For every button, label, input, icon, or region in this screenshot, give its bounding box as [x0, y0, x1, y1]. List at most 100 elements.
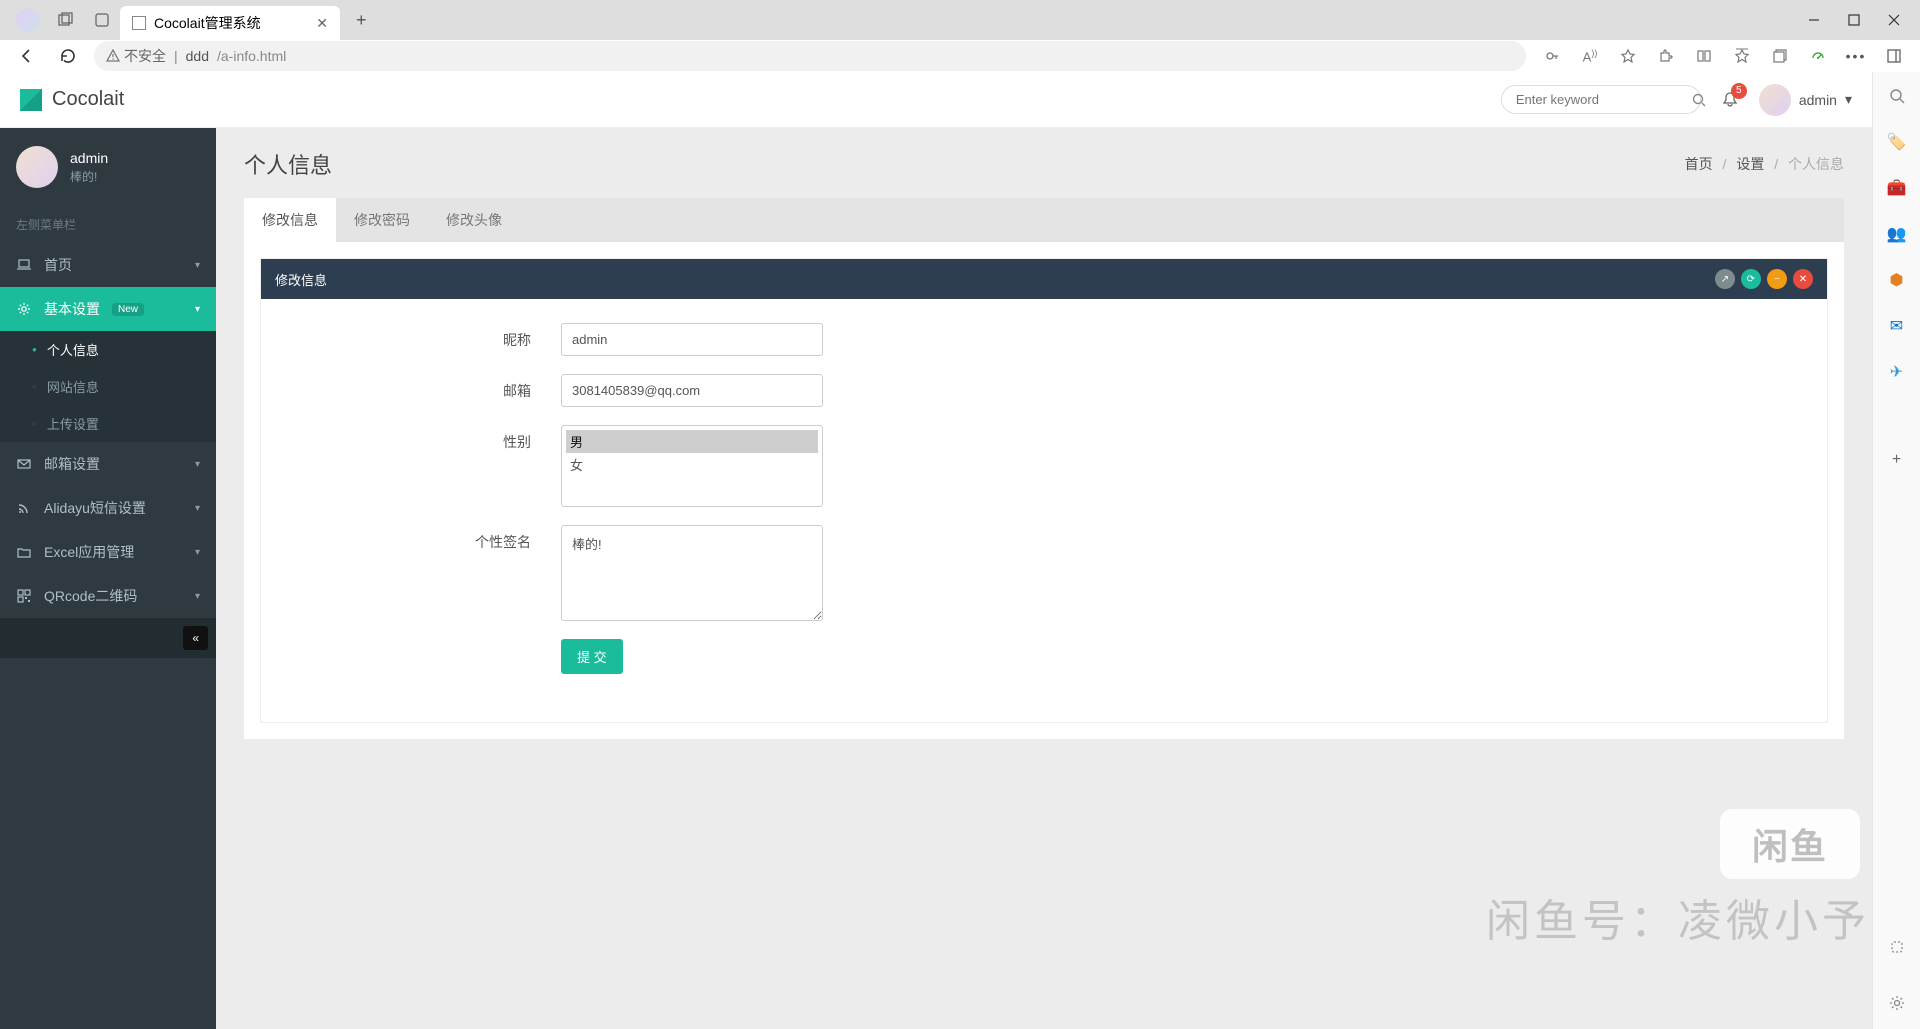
- signature-textarea[interactable]: [561, 525, 823, 621]
- watermark-logo: 闲鱼: [1720, 809, 1860, 879]
- passwords-icon[interactable]: [1536, 40, 1568, 72]
- sidebar: admin 棒的! 左侧菜单栏 首页 ▾ 基本设置 New ▾: [0, 128, 216, 1029]
- breadcrumb-home[interactable]: 首页: [1685, 156, 1713, 172]
- page-title: 个人信息: [244, 148, 332, 180]
- submit-button[interactable]: 提 交: [561, 639, 623, 674]
- sidebar-collapse-button[interactable]: «: [183, 626, 208, 650]
- avatar: [1759, 84, 1791, 116]
- breadcrumb: 首页 / 设置 / 个人信息: [1685, 154, 1844, 174]
- edge-search-icon[interactable]: [1885, 84, 1909, 108]
- gender-option-male[interactable]: 男: [566, 430, 818, 453]
- back-icon[interactable]: [10, 40, 42, 72]
- edge-sidebar: 🏷️ 🧰 👥 ⬢ ✉ ✈ +: [1872, 72, 1920, 1029]
- browser-profile-avatar[interactable]: [16, 8, 40, 32]
- app-container: Cocolait 5 admin ▾: [0, 72, 1920, 1029]
- signature-label: 个性签名: [291, 525, 561, 552]
- search-box[interactable]: [1501, 85, 1701, 114]
- edge-office-icon[interactable]: ⬢: [1885, 268, 1909, 292]
- tab-edit-avatar[interactable]: 修改头像: [428, 198, 520, 242]
- sidebar-section-label: 左侧菜单栏: [0, 206, 216, 243]
- sidebar-signature: 棒的!: [70, 168, 108, 185]
- email-label: 邮箱: [291, 374, 561, 401]
- edge-send-icon[interactable]: ✈: [1885, 360, 1909, 384]
- form-box: 修改信息 ↗ ⟳ − ✕ 昵称: [260, 258, 1828, 723]
- app-body: admin 棒的! 左侧菜单栏 首页 ▾ 基本设置 New ▾: [0, 128, 1872, 1029]
- gender-select[interactable]: 男 女: [561, 425, 823, 507]
- sidebar-sub-site-info[interactable]: 网站信息: [0, 368, 216, 405]
- close-tab-icon[interactable]: ✕: [316, 15, 328, 32]
- sidebar-item-mail[interactable]: 邮箱设置 ▾: [0, 442, 216, 486]
- edge-outlook-icon[interactable]: ✉: [1885, 314, 1909, 338]
- chevron-down-icon: ▾: [195, 260, 200, 271]
- workspaces-icon[interactable]: [48, 2, 84, 38]
- caret-down-icon: ▾: [1845, 91, 1852, 108]
- edge-shopping-icon[interactable]: 🏷️: [1885, 130, 1909, 154]
- edge-settings-icon[interactable]: [1885, 991, 1909, 1015]
- split-screen-icon[interactable]: [1688, 40, 1720, 72]
- collections-icon[interactable]: [1764, 40, 1796, 72]
- tab-actions-icon[interactable]: [84, 2, 120, 38]
- url-box[interactable]: 不安全 | ddd/a-info.html: [94, 41, 1526, 71]
- edge-screenshot-icon[interactable]: [1885, 935, 1909, 959]
- page-head: 个人信息 首页 / 设置 / 个人信息: [244, 148, 1844, 180]
- box-tool-expand-icon[interactable]: ↗: [1715, 269, 1735, 289]
- sidebar-username: admin: [70, 150, 108, 166]
- email-input[interactable]: [561, 374, 823, 407]
- chevron-down-icon: ▾: [195, 547, 200, 558]
- sidebar-sub-personal-info[interactable]: 个人信息: [0, 331, 216, 368]
- new-tab-button[interactable]: +: [348, 6, 375, 35]
- folder-icon: [16, 545, 32, 559]
- extension-icon[interactable]: [1650, 40, 1682, 72]
- box-tool-close-icon[interactable]: ✕: [1793, 269, 1813, 289]
- sidebar-item-home[interactable]: 首页 ▾: [0, 243, 216, 287]
- box-tool-refresh-icon[interactable]: ⟳: [1741, 269, 1761, 289]
- window-controls: [1796, 2, 1920, 38]
- sidebar-item-label: Excel应用管理: [44, 542, 134, 562]
- tab-strip: Cocolait管理系统 ✕ +: [0, 0, 1920, 40]
- notifications-button[interactable]: 5: [1721, 91, 1739, 109]
- brand-name: Cocolait: [52, 88, 124, 111]
- gender-option-female[interactable]: 女: [566, 453, 818, 476]
- box-tool-minimize-icon[interactable]: −: [1767, 269, 1787, 289]
- refresh-icon[interactable]: [52, 40, 84, 72]
- performance-icon[interactable]: [1802, 40, 1834, 72]
- read-aloud-icon[interactable]: A)): [1574, 40, 1606, 72]
- tab-edit-password[interactable]: 修改密码: [336, 198, 428, 242]
- chevron-down-icon: ▾: [195, 304, 200, 315]
- edge-tools-icon[interactable]: 🧰: [1885, 176, 1909, 200]
- favorite-icon[interactable]: [1612, 40, 1644, 72]
- search-icon[interactable]: [1692, 93, 1706, 107]
- favorites-bar-icon[interactable]: [1726, 40, 1758, 72]
- box-header: 修改信息 ↗ ⟳ − ✕: [261, 259, 1827, 299]
- close-window-icon[interactable]: [1876, 2, 1912, 38]
- minimize-icon[interactable]: [1796, 2, 1832, 38]
- sidebar-sub-upload-settings[interactable]: 上传设置: [0, 405, 216, 442]
- search-input[interactable]: [1516, 92, 1692, 107]
- sidebar-item-label: 基本设置: [44, 299, 100, 319]
- main-app: Cocolait 5 admin ▾: [0, 72, 1872, 1029]
- chevron-down-icon: ▾: [195, 459, 200, 470]
- tab-title: Cocolait管理系统: [154, 13, 261, 33]
- breadcrumb-settings[interactable]: 设置: [1736, 156, 1764, 172]
- more-icon[interactable]: •••: [1840, 40, 1872, 72]
- sidebar-item-settings[interactable]: 基本设置 New ▾: [0, 287, 216, 331]
- rss-icon: [16, 501, 32, 515]
- box-title: 修改信息: [275, 270, 327, 289]
- user-menu[interactable]: admin ▾: [1759, 84, 1852, 116]
- tab-edit-info[interactable]: 修改信息: [244, 198, 336, 242]
- logo-icon: [20, 89, 42, 111]
- insecure-icon: 不安全: [106, 46, 166, 66]
- edge-add-icon[interactable]: +: [1885, 448, 1909, 472]
- chevron-down-icon: ▾: [195, 503, 200, 514]
- nickname-input[interactable]: [561, 323, 823, 356]
- edge-games-icon[interactable]: 👥: [1885, 222, 1909, 246]
- sidebar-toggle-icon[interactable]: [1878, 40, 1910, 72]
- maximize-icon[interactable]: [1836, 2, 1872, 38]
- browser-tab[interactable]: Cocolait管理系统 ✕: [120, 6, 340, 40]
- sidebar-item-label: Alidayu短信设置: [44, 498, 146, 518]
- sidebar-item-excel[interactable]: Excel应用管理 ▾: [0, 530, 216, 574]
- insecure-label: 不安全: [124, 46, 166, 66]
- sidebar-item-sms[interactable]: Alidayu短信设置 ▾: [0, 486, 216, 530]
- nickname-label: 昵称: [291, 323, 561, 350]
- sidebar-item-qrcode[interactable]: QRcode二维码 ▾: [0, 574, 216, 618]
